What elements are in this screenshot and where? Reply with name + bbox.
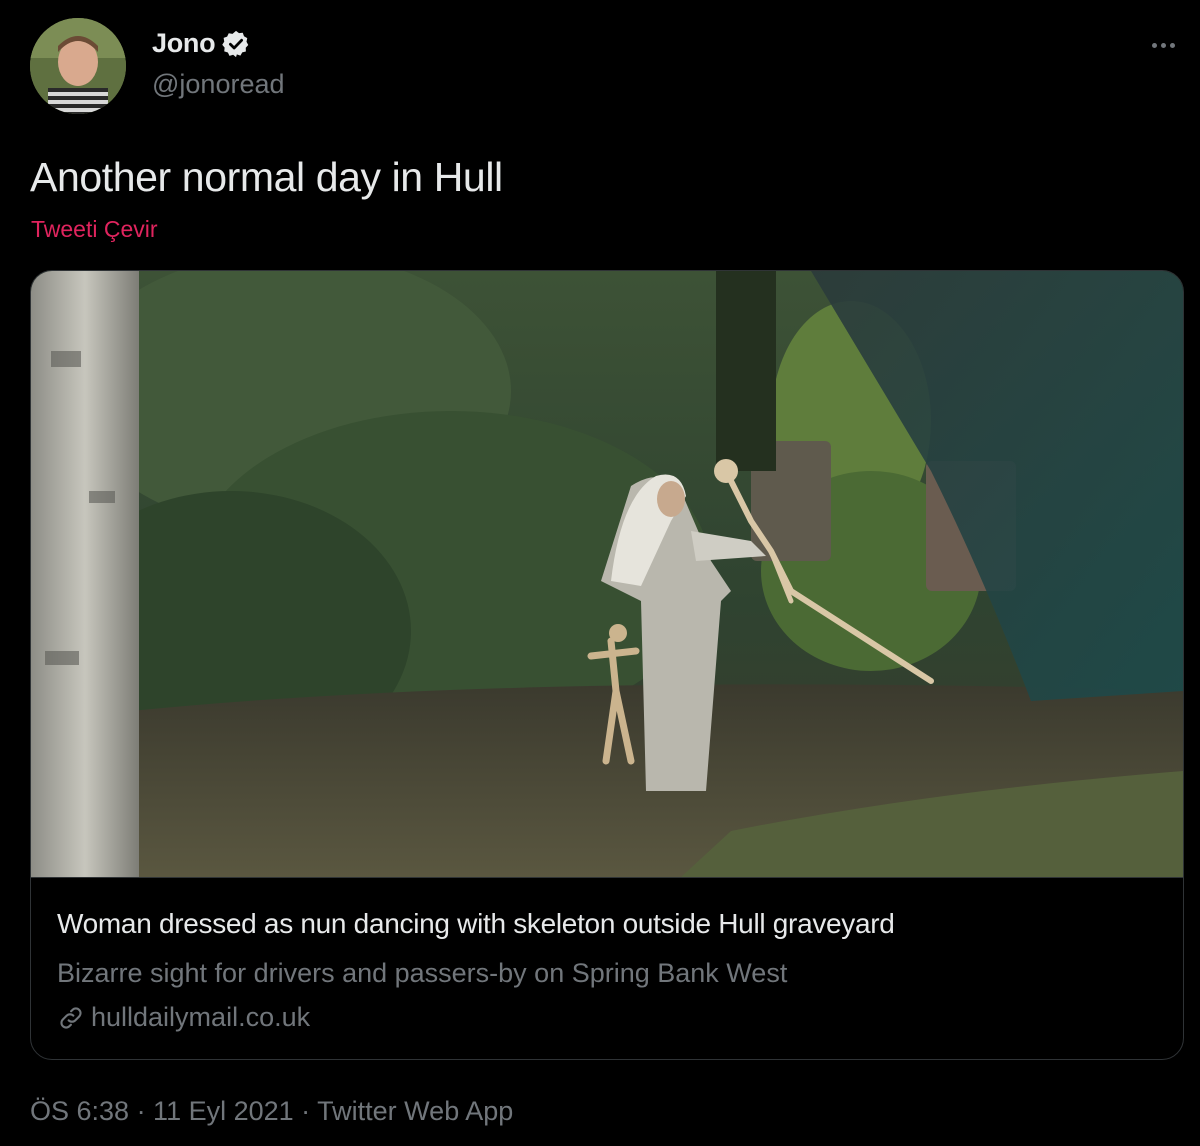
card-body[interactable]: Woman dressed as nun dancing with skelet… xyxy=(31,877,1183,1059)
avatar[interactable] xyxy=(30,18,126,114)
card-description: Bizarre sight for drivers and passers-by… xyxy=(57,958,788,988)
author-block[interactable]: Jono @jonoread xyxy=(152,28,285,100)
link-preview-card[interactable]: Woman dressed as nun dancing with skelet… xyxy=(30,270,1184,1060)
verified-badge-icon xyxy=(221,29,251,59)
tweet-text: Another normal day in Hull xyxy=(30,154,503,200)
author-name[interactable]: Jono xyxy=(152,28,216,59)
tweet-meta[interactable]: ÖS 6:38 · 11 Eyl 2021 · Twitter Web App xyxy=(30,1096,513,1127)
link-icon xyxy=(57,1004,85,1032)
card-domain[interactable]: hulldailymail.co.uk xyxy=(57,1002,310,1033)
translate-tweet-link[interactable]: Tweeti Çevir xyxy=(31,216,158,243)
more-options-icon[interactable] xyxy=(1143,30,1183,60)
author-handle[interactable]: @jonoread xyxy=(152,69,285,100)
card-image[interactable] xyxy=(31,271,1183,877)
card-domain-text[interactable]: hulldailymail.co.uk xyxy=(91,1002,310,1033)
card-title[interactable]: Woman dressed as nun dancing with skelet… xyxy=(57,908,895,940)
